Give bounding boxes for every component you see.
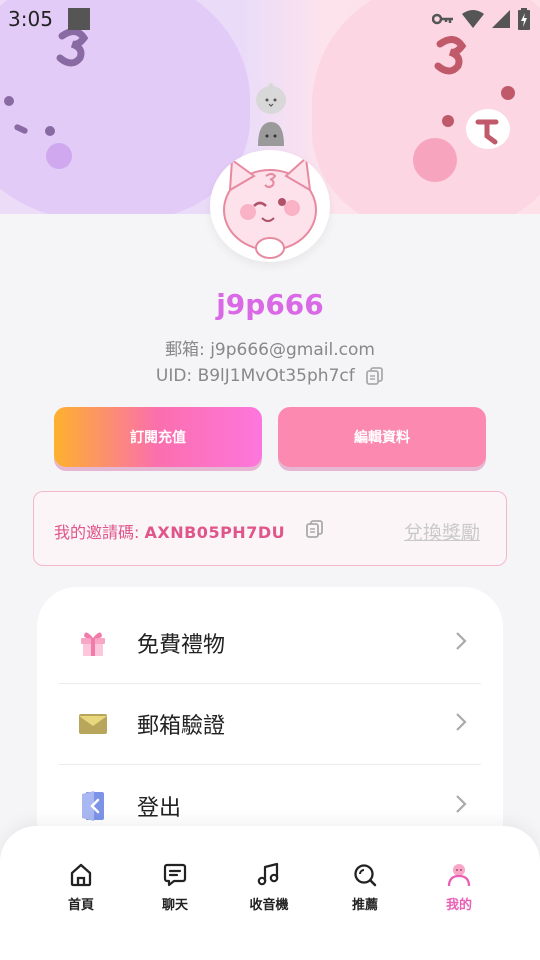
avatar-cat-icon <box>223 155 317 259</box>
email-value: j9p666@gmail.com <box>210 340 375 360</box>
uid-line: UID: B9lJ1MvOt35ph7cf <box>0 366 540 386</box>
key-icon <box>432 13 453 25</box>
menu-item-label: 郵箱驗證 <box>137 714 226 739</box>
tab-home[interactable]: 首頁 <box>41 862 121 913</box>
email-line: 郵箱: j9p666@gmail.com <box>0 335 540 360</box>
profile-icon <box>447 864 471 887</box>
menu-item-label: 免費禮物 <box>137 633 226 658</box>
divider <box>59 764 481 765</box>
tab-radio[interactable]: 收音機 <box>229 862 309 913</box>
invite-label: 我的邀請碼: <box>54 523 140 542</box>
uid-label: UID: <box>155 366 193 386</box>
status-time: 3:05 <box>8 7 53 31</box>
chevron-right-icon <box>456 713 467 731</box>
invite-code: AXNB05PH7DU <box>144 523 286 542</box>
search-icon <box>354 864 377 887</box>
invite-code-box: 我的邀請碼: AXNB05PH7DU 兌換獎勵 <box>33 491 507 566</box>
chevron-right-icon <box>456 632 467 650</box>
logout-icon <box>77 790 109 822</box>
bottom-nav: 首頁 聊天 收音機 推薦 我的 <box>0 826 540 960</box>
battery-icon <box>518 8 530 30</box>
status-bar: 3:05 <box>0 0 540 36</box>
menu-item-label: 登出 <box>137 796 182 821</box>
home-icon <box>70 863 92 887</box>
mascot-small-icon <box>256 83 286 146</box>
invite-label-line: 我的邀請碼: AXNB05PH7DU <box>54 519 285 543</box>
redeem-reward-link[interactable]: 兌換獎勵 <box>404 518 480 545</box>
username: j9p666 <box>216 288 324 321</box>
tab-label: 我的 <box>445 898 472 913</box>
tab-recommend[interactable]: 推薦 <box>325 862 405 913</box>
tab-label: 收音機 <box>249 898 289 913</box>
tab-label: 推薦 <box>351 898 378 913</box>
notification-icon <box>68 8 90 30</box>
menu-item-email-verify[interactable]: 郵箱驗證 <box>61 684 481 764</box>
chevron-right-icon <box>456 795 467 813</box>
signal-icon <box>492 10 510 28</box>
menu-card: 免費禮物 郵箱驗證 登出 <box>37 587 503 847</box>
envelope-icon <box>77 708 109 740</box>
uid-value: B9lJ1MvOt35ph7cf <box>197 366 355 386</box>
edit-profile-button[interactable]: 編輯資料 <box>278 407 486 467</box>
tab-profile[interactable]: 我的 <box>419 862 499 913</box>
gift-icon <box>77 627 109 659</box>
menu-item-free-gift[interactable]: 免費禮物 <box>61 603 481 683</box>
wifi-icon <box>462 10 484 28</box>
copy-uid-icon[interactable] <box>366 367 384 385</box>
tab-label: 首頁 <box>67 898 94 913</box>
avatar[interactable] <box>210 150 330 262</box>
chat-icon <box>163 863 187 887</box>
subscribe-button[interactable]: 訂閱充值 <box>54 407 262 467</box>
copy-invite-icon[interactable] <box>306 520 324 538</box>
tab-chat[interactable]: 聊天 <box>135 862 215 913</box>
subscribe-button-label: 訂閱充值 <box>130 430 186 446</box>
music-icon <box>257 862 279 886</box>
email-label: 郵箱: <box>165 340 205 360</box>
status-icons <box>432 8 530 30</box>
tab-label: 聊天 <box>161 898 188 913</box>
edit-profile-button-label: 編輯資料 <box>354 430 410 446</box>
